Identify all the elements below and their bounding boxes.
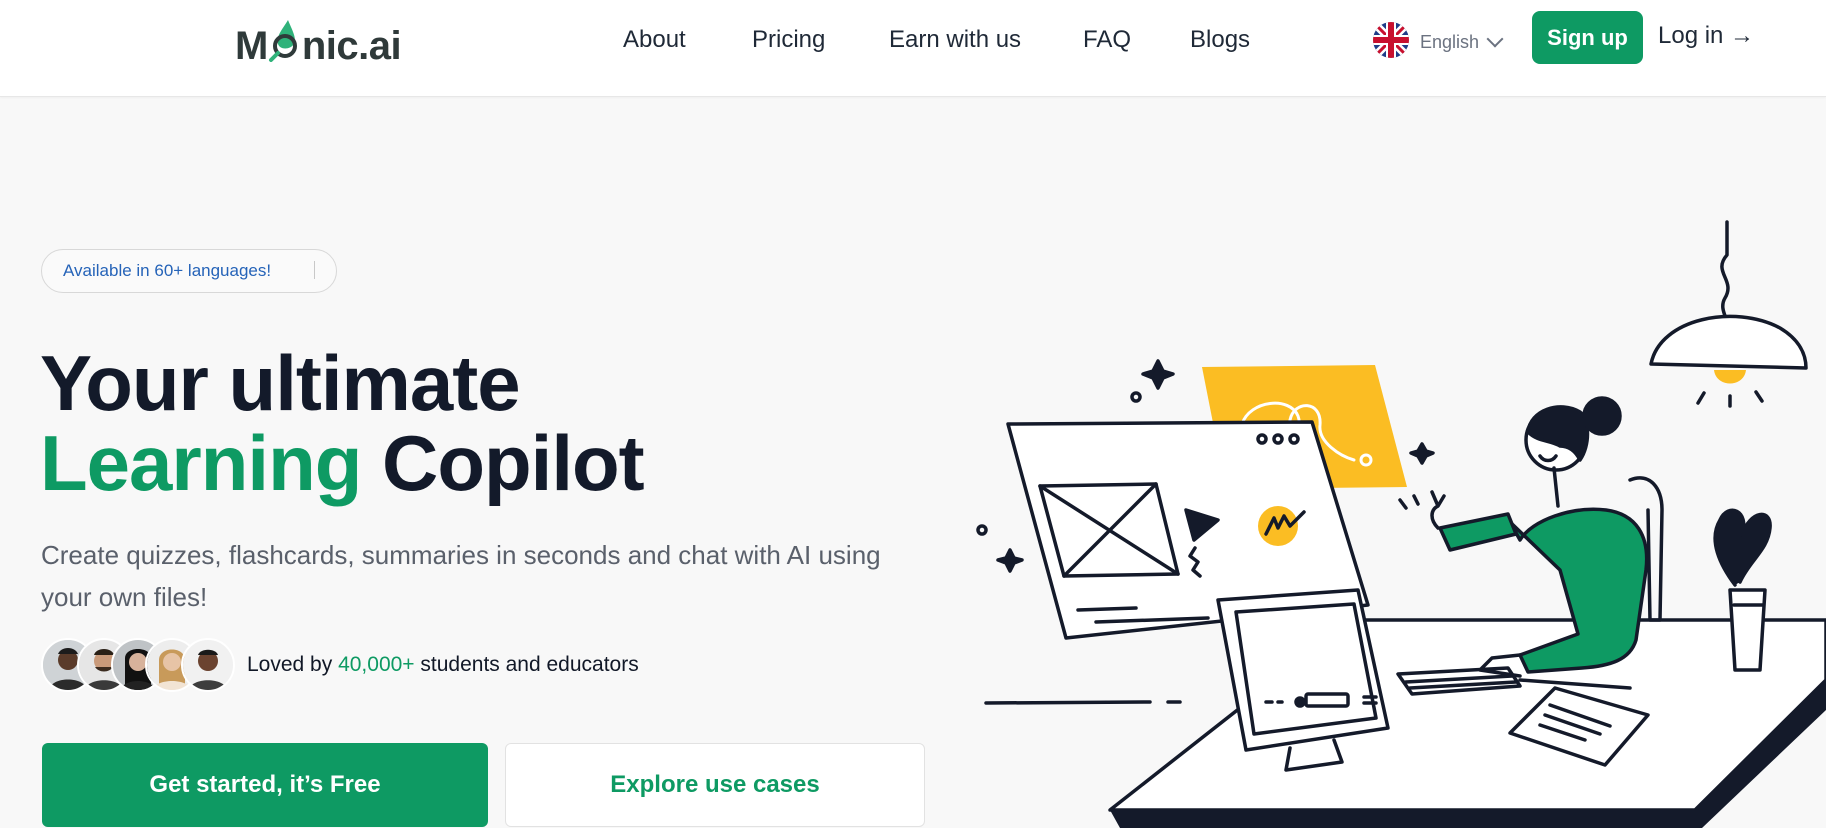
badge-text: Available in 60+ languages! [63, 261, 272, 280]
desk-illustration [984, 618, 1826, 828]
hero-illustration [976, 220, 1826, 828]
headline-rest: Copilot [361, 419, 645, 507]
headline-line-2: Learning Copilot [40, 423, 645, 503]
signup-button[interactable]: Sign up [1532, 11, 1643, 64]
languages-badge: Available in 60+ languages! [41, 249, 337, 293]
nav-blogs[interactable]: Blogs [1190, 26, 1250, 54]
top-navbar: M nic.ai About Pricing Earn with us FAQ … [0, 0, 1826, 97]
loved-count: 40,000+ [338, 653, 415, 676]
logo[interactable]: M nic.ai [235, 18, 402, 74]
explore-use-cases-button[interactable]: Explore use cases [505, 743, 925, 827]
avatar [181, 638, 235, 692]
nav-pricing[interactable]: Pricing [752, 26, 825, 54]
lamp-illustration [1649, 220, 1808, 408]
hero-subtitle: Create quizzes, flashcards, summaries in… [41, 540, 881, 612]
social-proof: Loved by 40,000+ students and educators [247, 653, 639, 677]
nav-faq[interactable]: FAQ [1083, 26, 1131, 54]
loved-prefix: Loved by [247, 653, 339, 676]
headline-line-1: Your ultimate [40, 339, 521, 427]
hero-headline: Your ultimate Learning Copilot [40, 339, 645, 503]
get-started-button[interactable]: Get started, it’s Free [42, 743, 488, 827]
headline-accent: Learning [40, 419, 362, 507]
nav-earn-with-us[interactable]: Earn with us [889, 26, 1021, 54]
logo-text-m: M [235, 23, 268, 68]
chevron-down-icon [1486, 30, 1504, 48]
language-selector[interactable]: English [1372, 21, 1504, 64]
logo-text-rest: nic.ai [301, 23, 402, 68]
uk-flag-icon [1372, 21, 1410, 64]
nav-about[interactable]: About [623, 26, 686, 54]
drop-icon [268, 20, 302, 66]
badge-divider [314, 261, 315, 279]
login-link[interactable]: Log in → [1658, 22, 1754, 50]
loved-suffix: students and educators [414, 653, 639, 676]
language-label: English [1420, 31, 1480, 52]
